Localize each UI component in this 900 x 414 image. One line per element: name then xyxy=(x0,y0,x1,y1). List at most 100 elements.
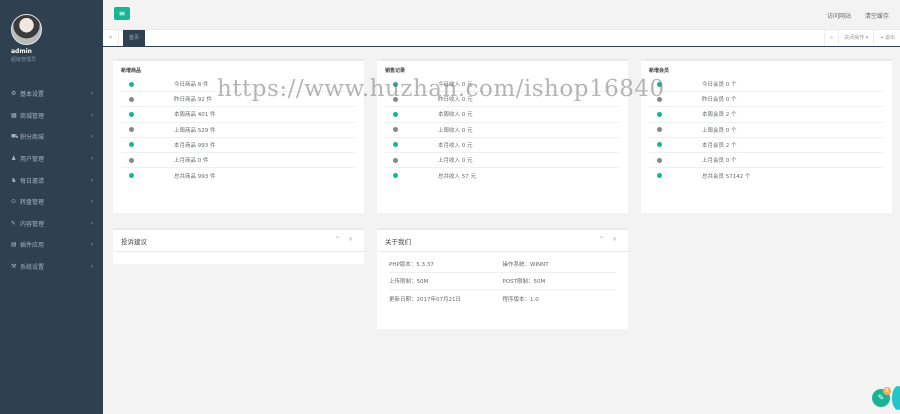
sidebar-item[interactable]: ⚒ 系统设置 ‹ xyxy=(0,256,103,278)
chevron-left-icon: ‹ xyxy=(91,155,94,163)
status-dot-icon xyxy=(393,142,398,148)
chevron-left-icon: ‹ xyxy=(91,241,94,249)
top-actions: 访问网站 清空缓存 xyxy=(827,11,889,20)
stat-text: 本月商品 993 件 xyxy=(174,142,216,149)
stat-row: 总共收入 57 元 xyxy=(385,168,620,183)
chevron-left-icon: ‹ xyxy=(91,176,94,184)
status-dot-icon xyxy=(129,111,134,117)
sidebar-item-label: 每日邀请 xyxy=(20,177,45,185)
chevron-left-icon: ‹ xyxy=(91,198,94,206)
stat-text: 总共商品 993 件 xyxy=(174,173,216,180)
floating-side-button[interactable] xyxy=(892,386,900,410)
stat-row: 上周会员 0 个 xyxy=(649,123,884,138)
card-title: 销售记录 xyxy=(385,68,406,74)
stat-row: 本月商品 993 件 xyxy=(121,138,356,153)
stat-text: 今日会员 0 个 xyxy=(702,82,737,89)
member-stats-list: 今日会员 0 个昨日会员 0 个本周会员 2 个上周会员 0 个本月会员 2 个… xyxy=(641,77,892,183)
status-dot-icon xyxy=(129,173,134,179)
sidebar-item[interactable]: ▤ 插件应用 ‹ xyxy=(0,234,103,256)
status-dot-icon xyxy=(129,96,134,102)
close-ops-dropdown[interactable]: 关闭操作 ▾ xyxy=(838,30,873,46)
visit-site-link[interactable]: 访问网站 xyxy=(827,11,851,20)
avatar[interactable] xyxy=(11,14,42,45)
stat-text: 今日商品 8 件 xyxy=(174,82,209,89)
stat-row: 上周收入 0 元 xyxy=(385,123,620,138)
tab-scroll-right-button[interactable]: » xyxy=(824,30,838,46)
menu-icon: ⚒ xyxy=(11,263,17,271)
info-right: 程序版本：1.0 xyxy=(502,296,539,303)
chevron-left-icon: ‹ xyxy=(91,219,94,227)
system-info-list: PHP版本：5.3.37 操作系统：WINNT 上传限制：50M POST限制：50M… xyxy=(377,252,628,307)
status-dot-icon xyxy=(393,173,398,179)
sidebar-item-label: 内容管理 xyxy=(20,220,45,228)
watermark: https://www.huzhan.com/ishop16840 xyxy=(217,76,665,102)
status-dot-icon xyxy=(657,111,662,117)
menu-icon: ▦ xyxy=(11,111,17,119)
stat-text: 本月收入 0 元 xyxy=(438,142,473,149)
stat-row: 上月商品 0 件 xyxy=(121,153,356,169)
about-card: 关于我们 ^ × PHP版本：5.3.37 操作系统：WINNT 上传限制：50M P… xyxy=(377,228,628,329)
chevron-left-icon: ‹ xyxy=(91,90,94,98)
sidebar-item-label: 基本设置 xyxy=(20,91,45,99)
sidebar-item[interactable]: ⛟ 积分商城 ‹ xyxy=(0,126,103,148)
menu-toggle-button[interactable]: ≡ xyxy=(114,7,130,20)
user-role: 超级管理员 xyxy=(11,57,37,63)
top-navbar: ≡ 访问网站 清空缓存 xyxy=(103,0,900,30)
stat-row: 本月收入 0 元 xyxy=(385,138,620,153)
tab-home[interactable]: 首页 xyxy=(123,30,146,47)
sidebar-item-label: 积分商城 xyxy=(20,134,45,142)
menu-icon: ♟ xyxy=(11,155,17,163)
stat-text: 上周收入 0 元 xyxy=(438,127,473,134)
feedback-card: 投诉建议 ^ × xyxy=(113,228,364,264)
stat-text: 上月商品 0 件 xyxy=(174,158,209,165)
info-row: PHP版本：5.3.37 操作系统：WINNT xyxy=(389,256,616,273)
sidebar-item[interactable]: ✎ 内容管理 ‹ xyxy=(0,213,103,235)
user-profile: admin 超级管理员 xyxy=(0,0,103,70)
stat-row: 本周会员 2 个 xyxy=(649,107,884,123)
stat-row: 本周商品 401 件 xyxy=(121,107,356,123)
sidebar-item[interactable]: ♞ 每日邀请 ‹ xyxy=(0,169,103,191)
chevron-left-icon: ‹ xyxy=(91,111,94,119)
card-tools[interactable]: ^ × xyxy=(599,236,620,251)
info-right: 操作系统：WINNT xyxy=(502,262,549,268)
stat-row: 昨日会员 0 个 xyxy=(649,92,884,108)
info-right: POST限制：50M xyxy=(502,279,546,285)
sidebar-item-label: 用户管理 xyxy=(20,156,45,164)
sidebar-item[interactable]: ♟ 用户管理 ‹ xyxy=(0,148,103,170)
menu-icon: ✎ xyxy=(11,219,17,227)
card-title: 投诉建议 xyxy=(121,238,147,246)
member-stats-card: 新增会员 今日会员 0 个昨日会员 0 个本周会员 2 个上周会员 0 个本月会… xyxy=(641,59,892,213)
stat-text: 本月会员 2 个 xyxy=(702,142,737,149)
sidebar-item[interactable]: ⊙ 转盘管理 ‹ xyxy=(0,191,103,213)
stat-row: 上周商品 529 件 xyxy=(121,123,356,138)
info-left: PHP版本：5.3.37 xyxy=(389,262,434,268)
status-dot-icon xyxy=(657,142,662,148)
sidebar-item[interactable]: ▦ 商城管理 ‹ xyxy=(0,105,103,127)
stat-text: 本周收入 0 元 xyxy=(438,112,473,119)
info-row: 上传限制：50M POST限制：50M xyxy=(389,273,616,290)
status-dot-icon xyxy=(129,127,134,133)
stat-row: 上月会员 0 个 xyxy=(649,153,884,169)
sidebar: admin 超级管理员 ⚙ 基本设置 ‹ ▦ 商城管理 ‹ ⛟ 积分商城 ‹ ♟ 用户管理 ‹ ♞ 每日邀… xyxy=(0,0,103,414)
menu-icon: ♞ xyxy=(11,176,17,184)
user-name[interactable]: admin xyxy=(11,48,103,55)
stat-text: 上周商品 529 件 xyxy=(174,127,216,134)
tab-scroll-left-button[interactable]: « xyxy=(103,30,119,46)
chevron-left-icon: ‹ xyxy=(91,263,94,271)
sidebar-item[interactable]: ⚙ 基本设置 ‹ xyxy=(0,83,103,105)
stat-row: 上月收入 0 元 xyxy=(385,153,620,169)
menu-icon: ⛟ xyxy=(11,132,19,140)
logout-button[interactable]: ⇥ 退出 xyxy=(873,30,900,46)
clear-cache-link[interactable]: 清空缓存 xyxy=(865,11,889,20)
card-title: 新增商品 xyxy=(121,68,142,74)
stat-text: 总共收入 57 元 xyxy=(438,173,476,180)
stat-row: 总共商品 993 件 xyxy=(121,168,356,183)
status-dot-icon xyxy=(657,157,662,163)
card-tools[interactable]: ^ × xyxy=(335,236,356,251)
sidebar-menu: ⚙ 基本设置 ‹ ▦ 商城管理 ‹ ⛟ 积分商城 ‹ ♟ 用户管理 ‹ ♞ 每日邀请 ‹ ⊙ 转盘管理 ‹ ✎ 内容管… xyxy=(0,83,103,277)
stat-text: 上月收入 0 元 xyxy=(438,158,473,165)
menu-icon: ⚙ xyxy=(11,90,17,98)
status-dot-icon xyxy=(393,127,398,133)
stat-row: 今日会员 0 个 xyxy=(649,77,884,93)
tab-actions: » 关闭操作 ▾ ⇥ 退出 xyxy=(824,30,900,46)
